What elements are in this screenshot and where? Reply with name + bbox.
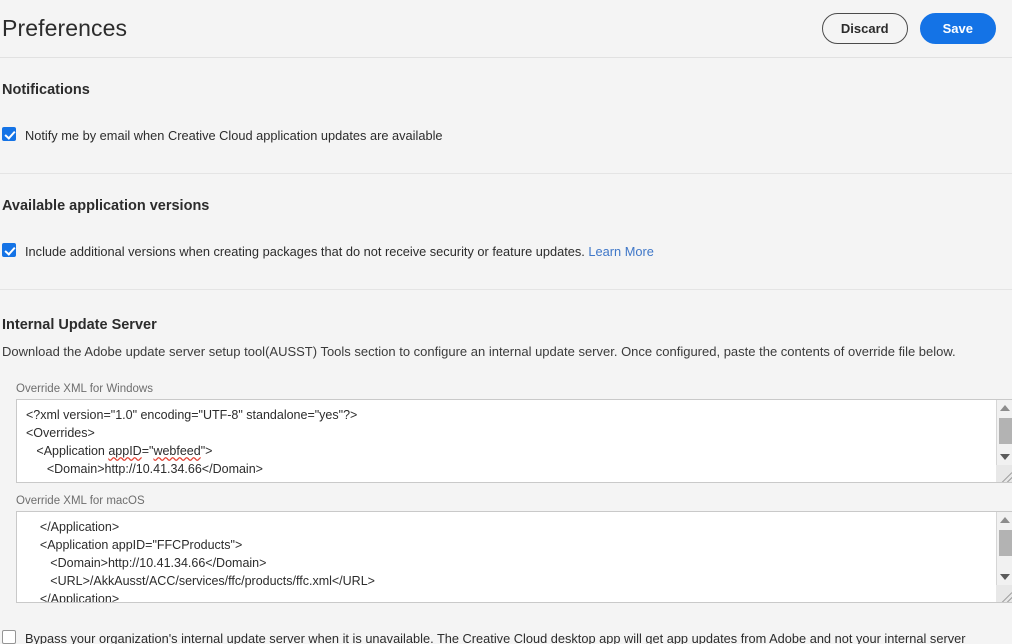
windows-xml-field: Override XML for Windows <?xml version="… — [2, 383, 1010, 483]
windows-xml-label: Override XML for Windows — [16, 383, 1010, 395]
windows-xml-line-1: <?xml version="1.0" encoding="UTF-8" sta… — [26, 408, 357, 422]
macos-xml-line-2: <Application appID="FFCProducts"> — [26, 538, 242, 552]
include-additional-versions-checkbox[interactable] — [2, 243, 16, 257]
windows-xml-scroll-thumb[interactable] — [999, 418, 1012, 444]
internal-update-server-heading: Internal Update Server — [2, 317, 1010, 333]
macos-xml-line-4: <URL>/AkkAusst/ACC/services/ffc/products… — [26, 574, 375, 588]
macos-xml-line-3: <Domain>http://10.41.34.66</Domain> — [26, 556, 266, 570]
windows-xml-line-4: <Domain>http://10.41.34.66</Domain> — [26, 462, 263, 476]
macos-xml-resize-handle[interactable] — [996, 585, 1012, 602]
bypass-update-server-label: Bypass your organization's internal upda… — [25, 629, 968, 644]
include-additional-versions-row[interactable]: Include additional versions when creatin… — [2, 242, 1010, 262]
windows-xml-line-2: <Overrides> — [26, 426, 95, 440]
macos-xml-line-1: </Application> — [26, 520, 119, 534]
scroll-down-icon[interactable] — [997, 449, 1012, 465]
save-button[interactable]: Save — [920, 13, 996, 44]
notify-email-label: Notify me by email when Creative Cloud a… — [25, 126, 443, 146]
page-header: Preferences Discard Save — [0, 0, 1012, 58]
bypass-update-server-text: Bypass your organization's internal upda… — [25, 631, 965, 644]
windows-xml-line-3-prefix: <Application — [26, 444, 108, 458]
include-additional-versions-label: Include additional versions when creatin… — [25, 242, 654, 262]
windows-xml-misspelled-webfeed: webfeed — [153, 444, 200, 458]
header-actions: Discard Save — [822, 13, 996, 44]
windows-xml-resize-handle[interactable] — [996, 465, 1012, 482]
macos-xml-field: Override XML for macOS </Application> <A… — [2, 495, 1010, 603]
include-additional-versions-text: Include additional versions when creatin… — [25, 244, 585, 259]
windows-xml-line-3-suffix: "> — [201, 444, 213, 458]
page-title: Preferences — [0, 15, 127, 42]
scroll-up-icon[interactable] — [997, 512, 1012, 528]
notify-email-row[interactable]: Notify me by email when Creative Cloud a… — [2, 126, 1010, 146]
windows-xml-textarea[interactable]: <?xml version="1.0" encoding="UTF-8" sta… — [16, 399, 1012, 483]
available-versions-learn-more-link[interactable]: Learn More — [588, 244, 653, 259]
available-versions-section: Available application versions Include a… — [0, 174, 1012, 262]
notifications-section: Notifications Notify me by email when Cr… — [0, 58, 1012, 146]
macos-xml-textarea[interactable]: </Application> <Application appID="FFCPr… — [16, 511, 1012, 603]
internal-update-server-description: Download the Adobe update server setup t… — [2, 342, 1010, 362]
discard-button[interactable]: Discard — [822, 13, 908, 44]
macos-xml-scroll-thumb[interactable] — [999, 530, 1012, 556]
preferences-page: Preferences Discard Save Notifications N… — [0, 0, 1012, 644]
windows-xml-misspelled-appid: appID — [108, 444, 141, 458]
windows-xml-content[interactable]: <?xml version="1.0" encoding="UTF-8" sta… — [17, 400, 977, 482]
windows-xml-line-3: <Application appID="webfeed"> — [26, 444, 212, 458]
bypass-update-server-checkbox[interactable] — [2, 630, 16, 644]
bypass-update-server-row[interactable]: Bypass your organization's internal upda… — [2, 629, 1010, 644]
macos-xml-label: Override XML for macOS — [16, 495, 1010, 507]
scroll-down-icon[interactable] — [997, 569, 1012, 585]
macos-xml-line-5: </Application> — [26, 592, 119, 602]
scroll-up-icon[interactable] — [997, 400, 1012, 416]
notifications-heading: Notifications — [2, 82, 1010, 98]
available-versions-heading: Available application versions — [2, 198, 1010, 214]
macos-xml-content[interactable]: </Application> <Application appID="FFCPr… — [17, 512, 977, 602]
windows-xml-line-3-mid: =" — [142, 444, 154, 458]
internal-update-server-section: Internal Update Server Download the Adob… — [0, 290, 1012, 644]
notify-email-checkbox[interactable] — [2, 127, 16, 141]
